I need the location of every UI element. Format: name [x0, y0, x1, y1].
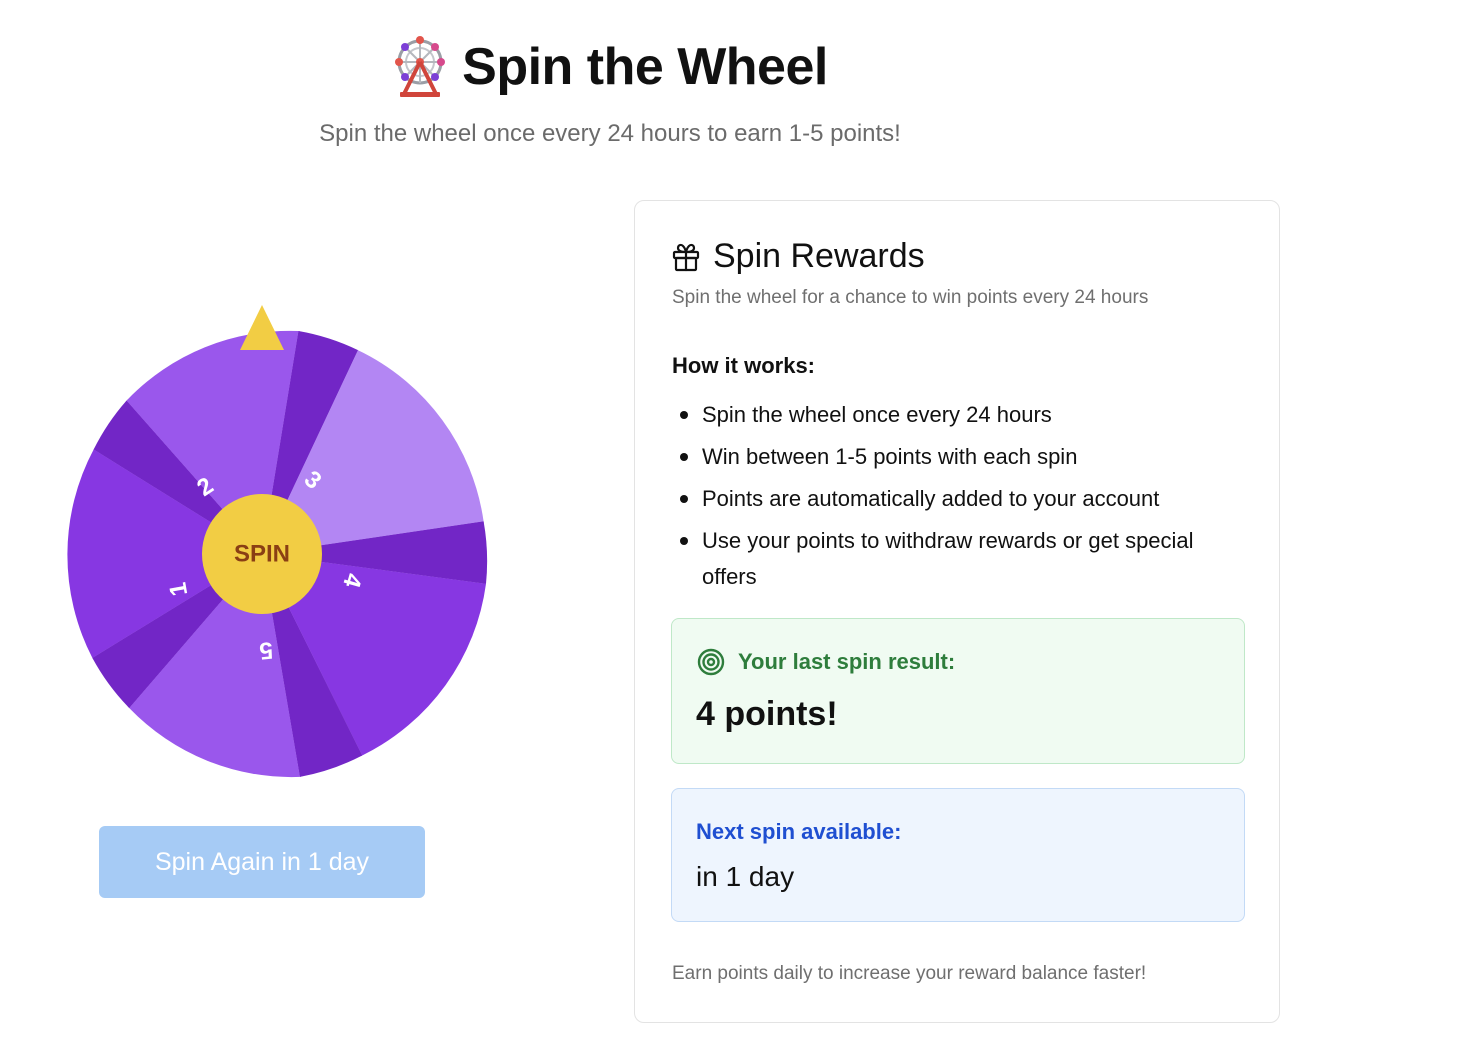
how-it-works-heading: How it works:: [672, 353, 816, 378]
page-header: Spin the Wheel Spin the wheel once every…: [0, 36, 1220, 148]
footer-note: Earn points daily to increase your rewar…: [672, 963, 1147, 984]
page-subtitle: Spin the wheel once every 24 hours to ea…: [319, 120, 901, 147]
next-spin-value: in 1 day: [696, 861, 795, 892]
spin-hub-label: SPIN: [234, 540, 290, 567]
card-title: Spin Rewards: [713, 237, 925, 275]
last-spin-result-box: Your last spin result: 4 points!: [671, 618, 1245, 764]
segment-label-5: 5: [258, 636, 274, 664]
card-header: Spin Rewards: [671, 237, 925, 276]
gift-icon: [672, 243, 700, 271]
wheel-graphic[interactable]: 1 2 3 4 5 SPIN: [36, 305, 488, 780]
last-spin-label: Your last spin result:: [738, 649, 956, 674]
list-item: Use your points to withdraw rewards or g…: [672, 523, 1232, 595]
wheel-pointer-icon: [240, 305, 284, 350]
list-item: Spin the wheel once every 24 hours: [672, 397, 1232, 433]
page-title: Spin the Wheel: [462, 38, 828, 96]
last-spin-value: 4 points!: [696, 695, 838, 733]
how-it-works-list: Spin the wheel once every 24 hours Win b…: [672, 397, 1232, 601]
next-spin-box: Next spin available: in 1 day: [671, 788, 1245, 922]
ferris-wheel-icon: [395, 36, 446, 97]
list-item: Points are automatically added to your a…: [672, 481, 1232, 517]
spin-again-button[interactable]: Spin Again in 1 day: [99, 826, 425, 898]
next-spin-label: Next spin available:: [696, 819, 902, 844]
spin-wheel[interactable]: 1 2 3 4 5 SPIN: [36, 305, 488, 780]
spin-rewards-card: Spin Rewards Spin the wheel for a chance…: [634, 200, 1280, 1023]
list-item: Win between 1-5 points with each spin: [672, 439, 1232, 475]
target-icon: [697, 648, 725, 676]
title-row: Spin the Wheel: [0, 36, 1220, 98]
card-description: Spin the wheel for a chance to win point…: [672, 287, 1149, 308]
